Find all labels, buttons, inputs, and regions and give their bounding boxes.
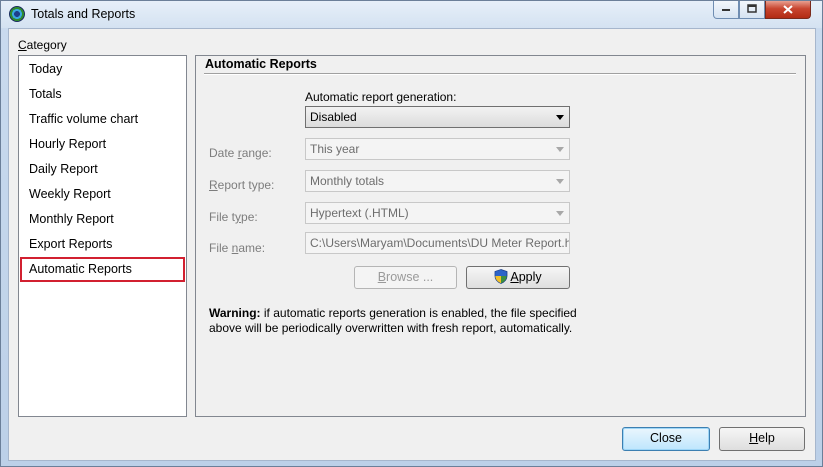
panel-title: Automatic Reports <box>205 57 317 71</box>
chevron-down-icon <box>556 147 564 152</box>
window-title: Totals and Reports <box>31 7 136 21</box>
report-type-label: Report type: <box>209 178 275 192</box>
generation-label: Automatic report generation: <box>305 90 457 104</box>
dialog-window: Totals and Reports Category Today Totals… <box>0 0 823 467</box>
category-item-export-reports[interactable]: Export Reports <box>20 232 185 257</box>
du-meter-app-icon <box>9 6 25 22</box>
category-item-traffic-volume-chart[interactable]: Traffic volume chart <box>20 107 185 132</box>
category-heading: Category <box>18 38 67 52</box>
report-type-value: Monthly totals <box>310 174 385 188</box>
chevron-down-icon <box>556 115 564 120</box>
category-item-automatic-reports[interactable]: Automatic Reports <box>20 257 185 282</box>
automatic-reports-panel: Automatic Reports Automatic report gener… <box>195 55 806 417</box>
close-icon <box>783 3 793 17</box>
generation-dropdown[interactable]: Disabled <box>305 106 570 128</box>
chevron-down-icon <box>556 179 564 184</box>
uac-shield-icon <box>494 269 508 284</box>
category-item-monthly-report[interactable]: Monthly Report <box>20 207 185 232</box>
maximize-icon <box>747 3 757 16</box>
file-type-dropdown[interactable]: Hypertext (.HTML) <box>305 202 570 224</box>
date-range-dropdown[interactable]: This year <box>305 138 570 160</box>
category-item-today[interactable]: Today <box>20 57 185 82</box>
browse-button[interactable]: Browse ... <box>354 266 457 289</box>
panel-divider <box>204 73 796 75</box>
date-range-value: This year <box>310 142 360 156</box>
file-type-label: File type: <box>209 210 258 224</box>
close-window-button[interactable] <box>765 1 811 19</box>
dialog-client-area: Category Today Totals Traffic volume cha… <box>8 28 816 461</box>
category-item-weekly-report[interactable]: Weekly Report <box>20 182 185 207</box>
title-bar[interactable]: Totals and Reports <box>1 1 822 28</box>
report-type-dropdown[interactable]: Monthly totals <box>305 170 570 192</box>
category-list[interactable]: Today Totals Traffic volume chart Hourly… <box>18 55 187 417</box>
chevron-down-icon <box>556 211 564 216</box>
file-name-label: File name: <box>209 241 266 255</box>
maximize-button[interactable] <box>739 1 765 19</box>
category-item-totals[interactable]: Totals <box>20 82 185 107</box>
file-name-input[interactable]: C:\Users\Maryam\Documents\DU Meter Repor… <box>305 232 570 254</box>
minimize-button[interactable] <box>713 1 739 19</box>
category-item-daily-report[interactable]: Daily Report <box>20 157 185 182</box>
close-button[interactable]: Close <box>622 427 710 451</box>
warning-message: Warning: if automatic reports generation… <box>209 306 577 335</box>
category-item-hourly-report[interactable]: Hourly Report <box>20 132 185 157</box>
apply-button[interactable]: Apply <box>466 266 570 289</box>
date-range-label: Date range: <box>209 146 272 160</box>
file-type-value: Hypertext (.HTML) <box>310 206 409 220</box>
minimize-icon <box>721 4 731 15</box>
help-button[interactable]: Help <box>719 427 805 451</box>
generation-value: Disabled <box>310 110 357 124</box>
